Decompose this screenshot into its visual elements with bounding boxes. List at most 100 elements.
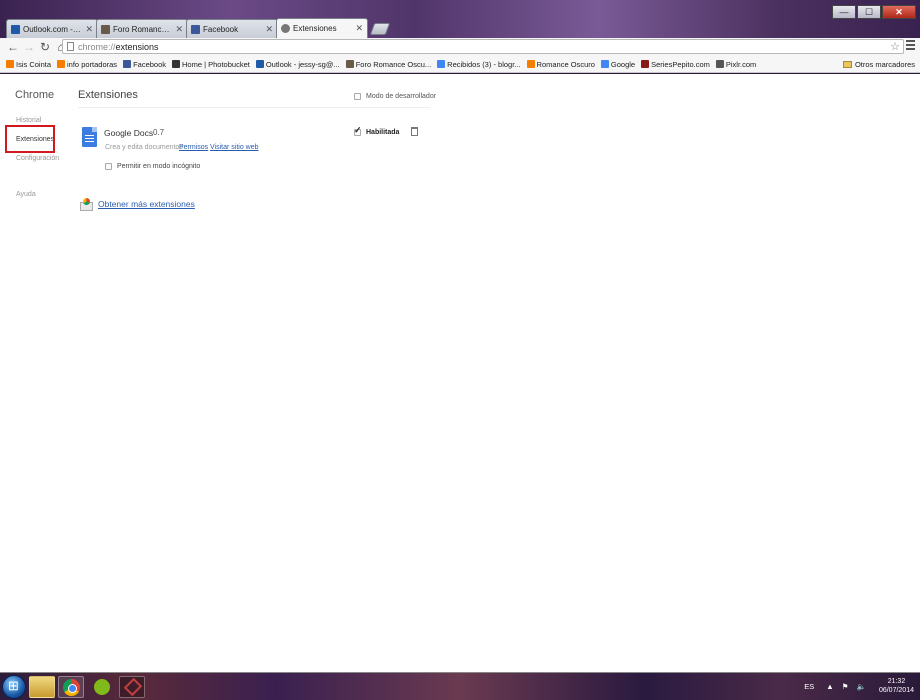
bookmark-item[interactable]: Pixlr.com xyxy=(715,59,757,69)
minimize-button[interactable]: — xyxy=(832,5,856,19)
tab-extensiones[interactable]: Extensiones ✕ xyxy=(276,18,368,38)
outlook-icon xyxy=(11,24,20,34)
maximize-button[interactable]: ☐ xyxy=(857,5,881,19)
address-bar[interactable]: chrome:// extensions ☆ xyxy=(62,39,904,54)
clock[interactable]: 21:32 06/07/2014 xyxy=(879,677,914,695)
page-title: Extensiones xyxy=(78,89,138,101)
chrome-icon[interactable] xyxy=(58,676,84,698)
tab-foro-romance[interactable]: Foro Romance Oscuro - N... ✕ xyxy=(96,19,188,38)
bookmark-item[interactable]: Recibidos (3) - blogr... xyxy=(437,59,521,69)
web-store-icon xyxy=(80,197,93,211)
new-tab-button[interactable] xyxy=(369,23,391,35)
bookmark-label: Facebook xyxy=(133,59,166,69)
start-button[interactable] xyxy=(2,675,26,699)
url-scheme: chrome:// xyxy=(78,41,116,52)
bookmarks-bar: Isis Cointa info portadoras Facebook Hom… xyxy=(0,56,920,73)
bookmark-item[interactable]: Home | Photobucket xyxy=(172,60,250,69)
chrome-menu-icon[interactable] xyxy=(906,40,915,52)
extension-name: Google Docs xyxy=(104,128,154,138)
enabled-checkbox[interactable] xyxy=(354,125,362,136)
header-divider xyxy=(78,107,430,108)
browser-toolbar: ← → ↻ ⌂ chrome:// extensions ☆ xyxy=(0,38,920,56)
sidebar-item-configuracion[interactable]: Configuración xyxy=(16,155,59,162)
other-bookmarks[interactable]: Otros marcadores xyxy=(842,60,915,69)
reload-icon[interactable]: ↻ xyxy=(38,40,52,54)
forum-icon xyxy=(345,60,354,68)
file-explorer-icon[interactable] xyxy=(29,676,55,698)
bookmark-label: info portadoras xyxy=(67,59,118,69)
get-more-extensions-link[interactable]: Obtener más extensiones xyxy=(98,199,195,209)
enabled-toggle[interactable]: Habilitada xyxy=(354,125,399,136)
bookmark-label: Pixlr.com xyxy=(725,59,757,69)
url-path: extensions xyxy=(115,41,159,52)
sidebar-item-ayuda[interactable]: Ayuda xyxy=(16,191,36,198)
visit-website-link[interactable]: Visitar sitio web xyxy=(210,144,259,151)
window-controls: — ☐ ✕ xyxy=(832,5,916,19)
forward-arrow-icon[interactable]: → xyxy=(22,40,36,54)
puzzle-icon xyxy=(281,24,290,33)
page-icon xyxy=(67,42,74,51)
google-docs-icon xyxy=(82,127,97,147)
app-icon[interactable] xyxy=(119,676,145,698)
back-arrow-icon[interactable]: ← xyxy=(6,40,20,54)
google-icon xyxy=(437,60,446,68)
close-tab-icon[interactable]: ✕ xyxy=(85,24,93,35)
bookmark-item[interactable]: Google xyxy=(600,59,636,69)
bookmark-item[interactable]: Outlook - jessy-sg@... xyxy=(255,59,340,69)
blogger-icon xyxy=(6,60,14,68)
system-tray: ES ▲ ⚑ 🔈 21:32 06/07/2014 xyxy=(804,677,914,695)
forum-icon xyxy=(101,24,110,34)
bookmark-item[interactable]: Foro Romance Oscu... xyxy=(345,59,432,69)
developer-mode-checkbox[interactable] xyxy=(354,93,361,100)
bookmark-label: Recibidos (3) - blogr... xyxy=(447,59,521,69)
spotify-icon[interactable] xyxy=(89,676,115,698)
incognito-label: Permitir en modo incógnito xyxy=(117,163,201,170)
tab-title: Facebook xyxy=(203,24,239,34)
google-icon xyxy=(600,60,609,68)
developer-mode-label: Modo de desarrollador xyxy=(366,93,437,100)
tab-outlook[interactable]: Outlook.com - jessy-sg@... ✕ xyxy=(6,19,98,38)
trash-icon[interactable] xyxy=(411,127,418,136)
photobucket-icon xyxy=(172,60,180,68)
close-tab-icon[interactable]: ✕ xyxy=(355,23,363,34)
tab-facebook[interactable]: Facebook ✕ xyxy=(186,19,278,38)
tab-title: Outlook.com - jessy-sg@... xyxy=(23,24,83,34)
bookmark-label: Foro Romance Oscu... xyxy=(355,59,432,69)
bookmark-label: Home | Photobucket xyxy=(182,59,250,69)
bookmark-item[interactable]: Facebook xyxy=(123,60,166,69)
seriespepito-icon xyxy=(641,60,650,68)
bookmark-label: SeriesPepito.com xyxy=(651,59,710,69)
close-tab-icon[interactable]: ✕ xyxy=(265,24,273,35)
extension-version: 0.7 xyxy=(153,128,165,137)
highlight-box xyxy=(5,125,55,153)
sidebar-item-historial[interactable]: Historial xyxy=(16,117,41,124)
language-indicator[interactable]: ES xyxy=(804,682,814,691)
sidebar-title: Chrome xyxy=(15,89,55,101)
extensions-page: Chrome Historial Extensiones Configuraci… xyxy=(0,74,920,672)
incognito-toggle[interactable]: Permitir en modo incógnito xyxy=(105,163,200,170)
bookmark-item[interactable]: SeriesPepito.com xyxy=(641,60,710,69)
bookmark-star-icon[interactable]: ☆ xyxy=(890,40,900,53)
incognito-checkbox[interactable] xyxy=(105,163,112,170)
bookmark-item[interactable]: Romance Oscuro xyxy=(526,60,595,69)
window-titlebar: — ☐ ✕ Outlook.com - jessy-sg@... ✕ Foro … xyxy=(0,0,920,38)
bookmark-label: Outlook - jessy-sg@... xyxy=(265,59,340,69)
close-window-button[interactable]: ✕ xyxy=(882,5,916,19)
windows-taskbar: ES ▲ ⚑ 🔈 21:32 06/07/2014 xyxy=(0,672,920,700)
tray-icons[interactable]: ▲ ⚑ 🔈 xyxy=(826,682,869,691)
bookmark-item[interactable]: Isis Cointa xyxy=(6,60,51,69)
bookmark-item[interactable]: info portadoras xyxy=(57,60,117,69)
tab-title: Foro Romance Oscuro - N... xyxy=(113,24,173,34)
blogger-icon xyxy=(57,60,66,68)
developer-mode-toggle[interactable]: Modo de desarrollador xyxy=(354,93,436,100)
pixlr-icon xyxy=(715,60,724,68)
close-tab-icon[interactable]: ✕ xyxy=(175,24,183,35)
tab-title: Extensiones xyxy=(293,24,337,33)
clock-time: 21:32 xyxy=(887,678,906,685)
outlook-icon xyxy=(255,60,264,68)
bookmark-label: Google xyxy=(610,59,636,69)
other-bookmarks-label: Otros marcadores xyxy=(854,60,915,69)
extension-description: Crea y edita documentos xyxy=(105,144,183,151)
clock-date: 06/07/2014 xyxy=(878,687,914,694)
permissions-link[interactable]: Permisos xyxy=(179,144,208,151)
